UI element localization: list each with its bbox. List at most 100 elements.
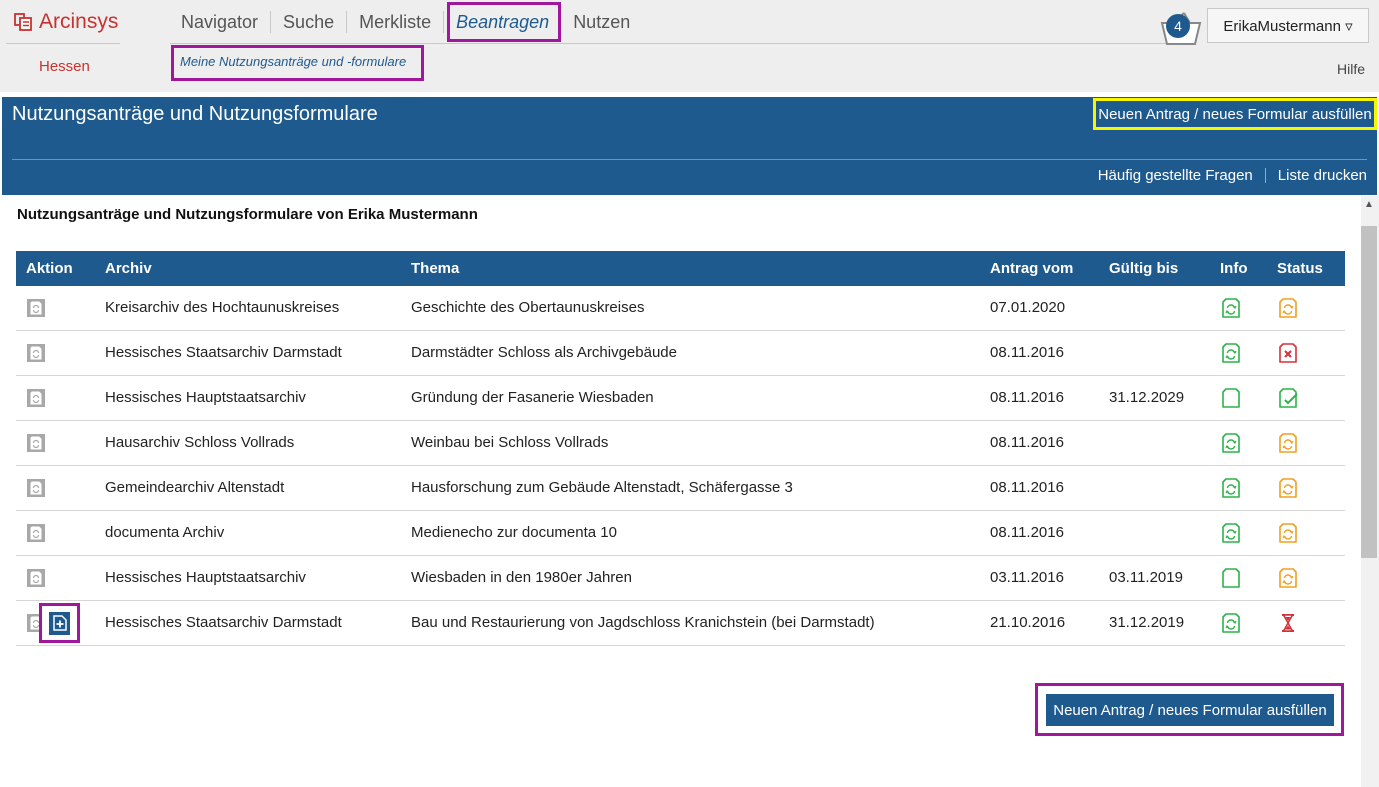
brand-divider xyxy=(6,43,120,44)
open-form-icon[interactable] xyxy=(26,342,46,364)
col-gueltig-bis[interactable]: Gültig bis xyxy=(1109,260,1178,277)
table-row[interactable]: Hessisches Hauptstaatsarchiv Gründung der… xyxy=(16,376,1345,421)
cell-archiv: Hessisches Staatsarchiv Darmstadt xyxy=(105,344,342,361)
nav-divider xyxy=(170,43,1180,44)
table-row[interactable]: Hausarchiv Schloss Vollrads Weinbau bei S… xyxy=(16,421,1345,466)
app-root: Arcinsys Hessen Navigator Suche Merklist… xyxy=(0,0,1379,787)
table-row[interactable]: Hessisches Staatsarchiv Darmstadt Darmstä… xyxy=(16,331,1345,376)
cell-antrag-vom: 08.11.2016 xyxy=(990,479,1064,496)
basket-count-badge: 4 xyxy=(1166,14,1190,38)
cell-thema: Darmstädter Schloss als Archivgebäude xyxy=(411,344,677,361)
user-menu-button[interactable]: ErikaMustermann ▿ xyxy=(1207,8,1369,43)
open-form-icon[interactable] xyxy=(26,477,46,499)
table-body: Kreisarchiv des Hochtaunuskreises Geschic… xyxy=(16,286,1345,646)
highlight-add-form xyxy=(39,603,80,643)
open-form-icon[interactable] xyxy=(26,522,46,544)
cell-archiv: Hessisches Staatsarchiv Darmstadt xyxy=(105,614,342,631)
main-nav: Navigator Suche Merkliste Beantragen Nut… xyxy=(181,0,642,44)
status-doc-pending-icon[interactable] xyxy=(1278,522,1298,544)
cell-archiv: Kreisarchiv des Hochtaunuskreises xyxy=(105,299,340,316)
cell-thema: Weinbau bei Schloss Vollrads xyxy=(411,434,609,451)
cell-gueltig-bis: 03.11.2019 xyxy=(1109,569,1183,586)
status-doc-pending-icon[interactable] xyxy=(1278,432,1298,454)
info-doc-sync-icon[interactable] xyxy=(1221,432,1241,454)
new-request-link-top[interactable]: Neuen Antrag / neues Formular ausfüllen xyxy=(1093,98,1377,130)
cell-antrag-vom: 08.11.2016 xyxy=(990,344,1064,361)
link-separator xyxy=(1264,168,1266,183)
info-doc-sync-icon[interactable] xyxy=(1221,297,1241,319)
cell-gueltig-bis: 31.12.2029 xyxy=(1109,389,1185,406)
table-row[interactable]: documenta Archiv Medienecho zur documenta… xyxy=(16,511,1345,556)
col-status: Status xyxy=(1277,260,1323,277)
band-links: Häufig gestellte Fragen Liste drucken xyxy=(1098,167,1367,184)
content-title: Nutzungsanträge und Nutzungsformulare vo… xyxy=(17,206,478,223)
help-link[interactable]: Hilfe xyxy=(1337,61,1365,77)
status-doc-pending-icon[interactable] xyxy=(1278,567,1298,589)
cell-archiv: Hessisches Hauptstaatsarchiv xyxy=(105,569,306,586)
cell-antrag-vom: 08.11.2016 xyxy=(990,524,1064,541)
cell-thema: Gründung der Fasanerie Wiesbaden xyxy=(411,389,654,406)
subnav-my-requests[interactable]: Meine Nutzungsanträge und -formulare xyxy=(180,54,406,69)
info-doc-sync-icon[interactable] xyxy=(1221,477,1241,499)
col-aktion: Aktion xyxy=(26,260,73,277)
table-row[interactable]: Gemeindearchiv Altenstadt Hausforschung z… xyxy=(16,466,1345,511)
table-row[interactable]: Hessisches Staatsarchiv Darmstadt Bau und… xyxy=(16,601,1345,646)
nav-nutzen[interactable]: Nutzen xyxy=(561,11,642,33)
band-divider xyxy=(12,159,1367,160)
print-list-link[interactable]: Liste drucken xyxy=(1278,167,1367,184)
cell-antrag-vom: 21.10.2016 xyxy=(990,614,1066,631)
open-form-icon[interactable] xyxy=(26,432,46,454)
status-doc-pending-icon[interactable] xyxy=(1278,477,1298,499)
info-doc-blank-icon[interactable] xyxy=(1221,387,1241,409)
cell-archiv: Hausarchiv Schloss Vollrads xyxy=(105,434,295,451)
highlight-bottom-button: Neuen Antrag / neues Formular ausfüllen xyxy=(1035,683,1344,736)
col-antrag-vom[interactable]: Antrag vom xyxy=(990,260,1073,277)
region-label[interactable]: Hessen xyxy=(39,58,90,75)
cell-thema: Hausforschung zum Gebäude Altenstadt, Sc… xyxy=(411,479,793,496)
nav-merkliste[interactable]: Merkliste xyxy=(347,11,443,33)
col-thema[interactable]: Thema xyxy=(411,260,459,277)
table-row[interactable]: Hessisches Hauptstaatsarchiv Wiesbaden in… xyxy=(16,556,1345,601)
info-doc-sync-icon[interactable] xyxy=(1221,522,1241,544)
cell-archiv: Hessisches Hauptstaatsarchiv xyxy=(105,389,306,406)
cell-antrag-vom: 08.11.2016 xyxy=(990,389,1064,406)
open-form-icon[interactable] xyxy=(26,387,46,409)
status-doc-rejected-icon[interactable] xyxy=(1278,342,1298,364)
cell-antrag-vom: 03.11.2016 xyxy=(990,569,1064,586)
cell-archiv: Gemeindearchiv Altenstadt xyxy=(105,479,285,496)
cell-antrag-vom: 07.01.2020 xyxy=(990,299,1066,316)
cell-thema: Bau und Restaurierung von Jagdschloss Kr… xyxy=(411,614,875,631)
scroll-up-arrow[interactable]: ▲ xyxy=(1361,197,1377,213)
arcinsys-logo-icon xyxy=(14,13,32,31)
add-form-icon[interactable] xyxy=(49,611,70,635)
cell-thema: Wiesbaden in den 1980er Jahren xyxy=(411,569,632,586)
nav-suche[interactable]: Suche xyxy=(271,11,346,33)
top-bar: Arcinsys Hessen Navigator Suche Merklist… xyxy=(0,0,1379,92)
nav-navigator[interactable]: Navigator xyxy=(181,11,270,33)
requests-table: Aktion Archiv Thema Antrag vom Gültig bi… xyxy=(16,251,1345,646)
page-header-band: Nutzungsanträge und Nutzungsformulare Ne… xyxy=(2,97,1377,195)
cell-archiv: documenta Archiv xyxy=(105,524,225,541)
table-row[interactable]: Kreisarchiv des Hochtaunuskreises Geschic… xyxy=(16,286,1345,331)
col-info: Info xyxy=(1220,260,1248,277)
status-doc-approved-icon[interactable] xyxy=(1278,387,1298,409)
cell-thema: Medienecho zur documenta 10 xyxy=(411,524,617,541)
scrollbar-thumb[interactable] xyxy=(1361,226,1377,558)
cell-gueltig-bis: 31.12.2019 xyxy=(1109,614,1185,631)
cell-thema: Geschichte des Obertaunuskreises xyxy=(411,299,645,316)
col-archiv[interactable]: Archiv xyxy=(105,260,152,277)
info-doc-sync-icon[interactable] xyxy=(1221,612,1241,634)
page-title: Nutzungsanträge und Nutzungsformulare xyxy=(12,103,378,125)
table-header: Aktion Archiv Thema Antrag vom Gültig bi… xyxy=(16,251,1345,286)
info-doc-sync-icon[interactable] xyxy=(1221,342,1241,364)
cell-antrag-vom: 08.11.2016 xyxy=(990,434,1064,451)
open-form-icon[interactable] xyxy=(26,567,46,589)
brand-logo[interactable]: Arcinsys xyxy=(13,10,118,34)
status-hourglass-icon[interactable] xyxy=(1278,612,1298,634)
status-doc-pending-icon[interactable] xyxy=(1278,297,1298,319)
faq-link[interactable]: Häufig gestellte Fragen xyxy=(1098,167,1253,184)
new-request-button-bottom[interactable]: Neuen Antrag / neues Formular ausfüllen xyxy=(1046,694,1334,726)
open-form-icon[interactable] xyxy=(26,297,46,319)
highlight-beantragen xyxy=(447,2,561,42)
info-doc-blank-icon[interactable] xyxy=(1221,567,1241,589)
